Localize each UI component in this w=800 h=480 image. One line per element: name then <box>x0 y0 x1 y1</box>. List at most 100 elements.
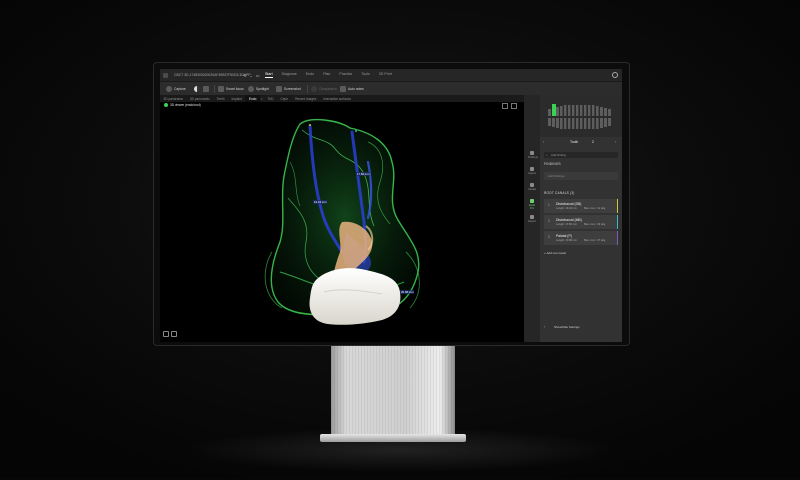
auto-notes-label: Auto notes <box>348 87 364 91</box>
menu-tab-tools[interactable]: Tools <box>361 72 369 78</box>
findings-input[interactable]: Add findings <box>544 172 618 180</box>
canal-length: Length: 20.98 mm <box>556 239 577 242</box>
tab-3d-panoramic[interactable]: 3D panoramic <box>186 95 213 102</box>
canal-length: Length: 17.82 mm <box>556 223 577 226</box>
side-icon-endo-pro[interactable]: Endo Pro <box>528 199 536 210</box>
side-icon-bar: Findings Layers Canals Endo Pro Export <box>524 95 540 342</box>
save-icon[interactable]: ▭ <box>256 73 260 78</box>
contrast-button[interactable] <box>194 85 200 93</box>
tooth-label: Tooth <box>570 140 579 144</box>
tab-endo[interactable]: Endo <box>245 95 260 102</box>
chevron-right-icon[interactable]: › <box>615 140 616 144</box>
canal-item[interactable]: 2 Distobuccal (MB) Length: 17.82 mm Max.… <box>544 215 618 229</box>
chevron-down-icon[interactable]: ⌄ <box>249 73 252 78</box>
view-status-icon <box>164 103 168 107</box>
view-tabs: 3D panorama 3D panoramic Teeth Implant E… <box>160 95 524 102</box>
menu-tab-plan[interactable]: Plan <box>323 72 330 78</box>
capture-label: Capture <box>174 87 186 91</box>
auto-notes-button[interactable]: Auto notes <box>340 85 364 93</box>
menu-tab-diagnose[interactable]: Diagnose <box>282 72 297 78</box>
export-icon <box>530 215 534 219</box>
layers-side-icon <box>530 167 534 171</box>
add-root-canal-button[interactable]: + Add root canal <box>544 251 566 255</box>
canal-curvature: Max. curv.: 29 deg <box>584 223 606 226</box>
search-input[interactable]: ⌕ Add finding <box>544 152 618 158</box>
canals-icon <box>530 183 534 187</box>
canal-length: Length: 19.34 mm <box>556 207 577 210</box>
toolbar: Capture Smart focus Spotlight Screenshot… <box>160 81 622 96</box>
view-label[interactable]: 3D viewer (endo/root) <box>164 103 201 107</box>
side-icon-findings-label: Findings <box>528 156 538 159</box>
menu-tab-3d-print[interactable]: 3D Print <box>379 72 392 78</box>
menu-tab-practice[interactable]: Practice <box>339 72 352 78</box>
view-label-text: 3D viewer (endo/root) <box>170 103 201 107</box>
smart-focus-button[interactable]: Smart focus <box>218 85 244 93</box>
side-icon-export[interactable]: Export <box>528 215 536 223</box>
tab-interactive-surfaces[interactable]: Interactive surfaces <box>320 95 355 102</box>
side-icon-layers[interactable]: Layers <box>528 167 536 175</box>
canal-index: 3 <box>548 235 550 239</box>
add-root-canal-label: Add root canal <box>546 251 566 255</box>
screen: CBCT 3D-1748300020020AF45B37F50D3.3DAPP … <box>160 69 622 342</box>
screenshot-label: Screenshot <box>284 87 301 91</box>
grid-button[interactable] <box>203 85 209 93</box>
tab-teeth[interactable]: Teeth <box>213 95 228 102</box>
undo-icon[interactable]: ⟲ <box>243 73 246 78</box>
search-icon: ⌕ <box>546 153 548 157</box>
tab-3d-panorama[interactable]: 3D panorama <box>160 95 186 102</box>
stand-foot <box>320 434 466 442</box>
right-panel: ‹ Tooth 2 › ⌕ Add finding FINDINGS Add f… <box>540 95 622 342</box>
canal-name: Distobuccal (DB) <box>556 201 582 206</box>
chevron-left-icon[interactable]: ‹ <box>543 140 544 144</box>
capture-button[interactable]: Capture <box>166 85 186 93</box>
menu-tab-start[interactable]: Start <box>265 72 273 78</box>
canal-color-bar <box>617 199 618 213</box>
tab-tmj[interactable]: TMJ <box>264 95 277 102</box>
tab-implant[interactable]: Implant <box>228 95 245 102</box>
side-icon-findings[interactable]: Findings <box>528 151 538 159</box>
comparison-button[interactable]: Comparison <box>311 85 337 93</box>
findings-title: FINDINGS <box>544 162 561 166</box>
tooth-number: 2 <box>592 140 594 144</box>
findings-icon <box>530 151 534 155</box>
tooth-chart[interactable] <box>540 95 622 137</box>
canal-item[interactable]: 1 Distobuccal (DB) Length: 19.34 mm Max.… <box>544 199 618 213</box>
title-bar: CBCT 3D-1748300020020AF45B37F50D3.3DAPP … <box>160 69 622 81</box>
show-hide-settings-label: Show/hide Settings <box>554 325 580 329</box>
canal-item[interactable]: 3 Palatal (P) Length: 20.98 mm Max. curv… <box>544 231 618 245</box>
side-icon-canals[interactable]: Canals <box>528 183 536 191</box>
viewport-controls <box>502 103 517 109</box>
stand-grille <box>331 342 455 436</box>
maximize-icon[interactable] <box>511 103 517 109</box>
spotlight-icon <box>248 86 254 92</box>
grid-icon <box>203 86 209 92</box>
endo-icon <box>530 199 534 203</box>
menu-tabs: Start Diagnose Endo Plan Practice Tools … <box>265 72 392 78</box>
side-icon-export-label: Export <box>528 220 536 223</box>
selected-tooth <box>552 104 556 116</box>
help-icon[interactable] <box>612 72 618 78</box>
cube-icon[interactable] <box>171 331 177 337</box>
viewport-bottom-controls <box>163 331 177 337</box>
toolbar-divider <box>214 85 215 93</box>
show-hide-settings-button[interactable]: Show/hide Settings <box>554 325 580 329</box>
spotlight-label: Spotlight <box>256 87 269 91</box>
menu-tab-endo[interactable]: Endo <box>306 72 314 78</box>
root-canals-title: ROOT CANALS (3) <box>544 191 575 195</box>
spotlight-button[interactable]: Spotlight <box>248 85 269 93</box>
tab-ceph[interactable]: Ceph <box>277 95 292 102</box>
quick-access: ⟲ ⌄ ▭ <box>243 72 260 78</box>
minimize-icon[interactable] <box>502 103 508 109</box>
chevron-right-icon[interactable]: › <box>544 324 545 329</box>
contrast-icon <box>194 86 200 92</box>
tab-recent-images[interactable]: Recent images <box>292 95 320 102</box>
notes-icon <box>340 86 346 92</box>
side-icon-endo-pro-label: Endo Pro <box>528 204 536 210</box>
3d-viewport[interactable]: 19.34 mm 17.82 mm 20.98 mm <box>160 102 524 342</box>
smart-focus-label: Smart focus <box>226 87 244 91</box>
canal-color-bar <box>617 215 618 229</box>
screenshot-button[interactable]: Screenshot <box>276 85 301 93</box>
layers-icon[interactable] <box>163 331 169 337</box>
canal-length-label-1: 19.34 mm <box>314 200 327 204</box>
canal-index: 1 <box>548 203 550 207</box>
